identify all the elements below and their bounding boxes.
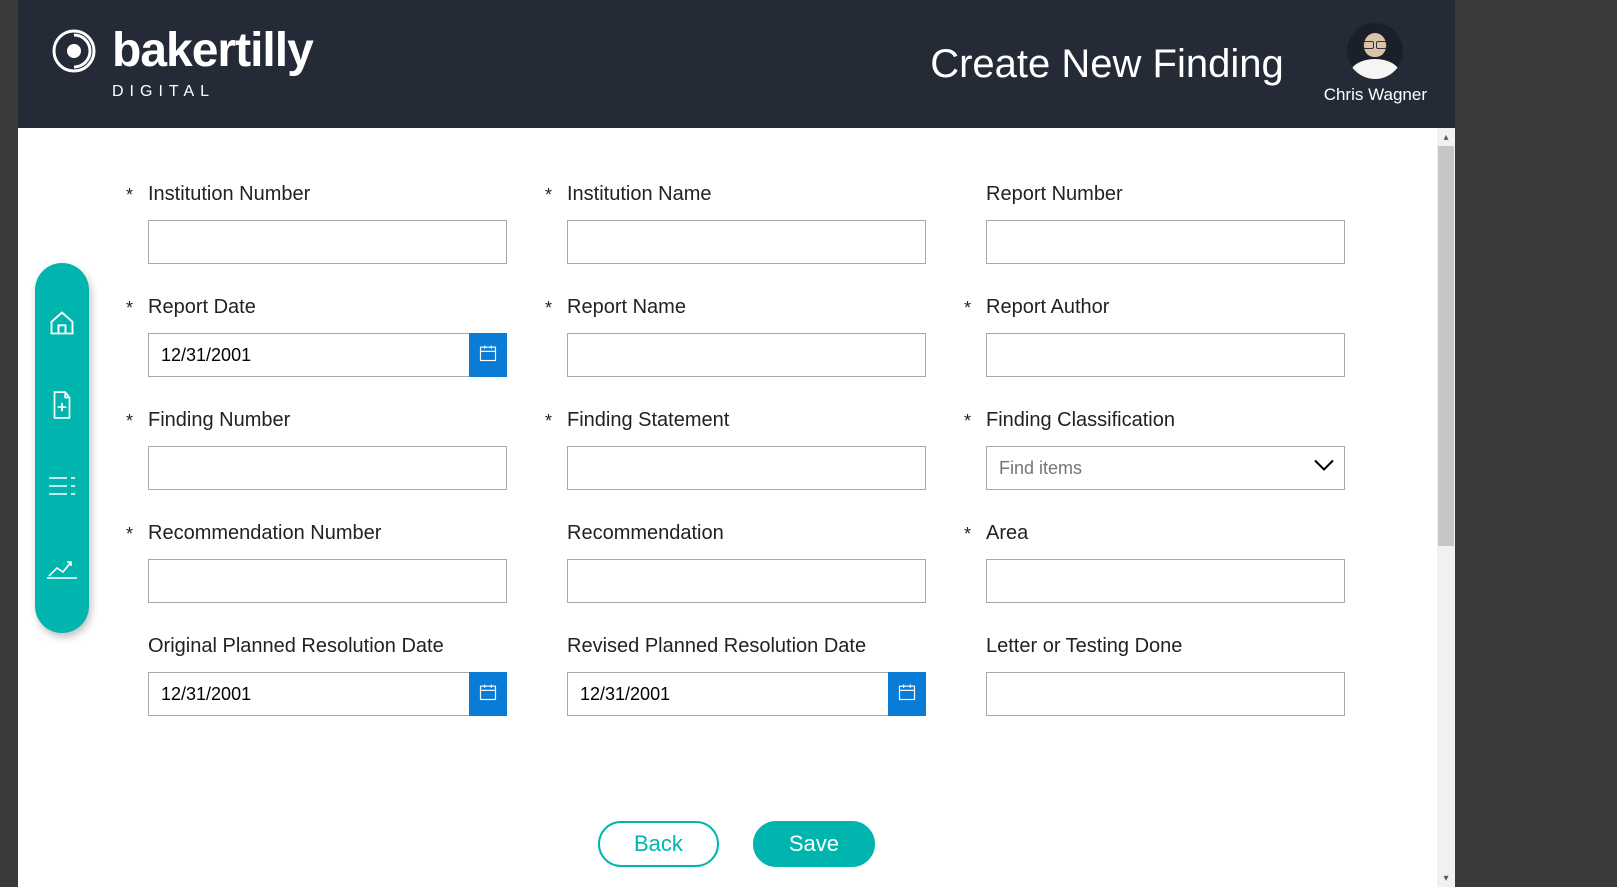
recommendation-input[interactable] — [567, 559, 926, 603]
revised-resolution-date-input[interactable] — [567, 672, 926, 716]
sidebar-item-new-document[interactable] — [46, 391, 78, 423]
document-plus-icon — [49, 390, 75, 425]
label-finding-classification: Finding Classification — [986, 409, 1175, 432]
field-revised-resolution-date: Revised Planned Resolution Date — [567, 635, 926, 716]
field-recommendation-number: *Recommendation Number — [148, 522, 507, 603]
field-report-name: *Report Name — [567, 296, 926, 377]
finding-statement-input[interactable] — [567, 446, 926, 490]
calendar-icon — [478, 682, 498, 707]
area-input[interactable] — [986, 559, 1345, 603]
field-original-resolution-date: Original Planned Resolution Date — [148, 635, 507, 716]
label-report-date: Report Date — [148, 296, 256, 319]
label-report-author: Report Author — [986, 296, 1109, 319]
original-resolution-date-input[interactable] — [148, 672, 507, 716]
label-area: Area — [986, 522, 1028, 545]
letter-testing-input[interactable] — [986, 672, 1345, 716]
field-finding-classification: *Finding Classification — [986, 409, 1345, 490]
sidebar-item-home[interactable] — [46, 310, 78, 342]
brand-swirl-icon — [50, 27, 98, 75]
recommendation-number-input[interactable] — [148, 559, 507, 603]
form-area: *Institution Number *Institution Name Re… — [18, 128, 1455, 887]
brand-logo: bakertilly DIGITAL — [50, 27, 313, 101]
scroll-thumb[interactable] — [1438, 146, 1454, 546]
brand-name: bakertilly — [112, 27, 313, 75]
back-button[interactable]: Back — [598, 821, 719, 867]
label-revised-resolution-date: Revised Planned Resolution Date — [567, 635, 866, 658]
field-report-date: *Report Date — [148, 296, 507, 377]
field-finding-number: *Finding Number — [148, 409, 507, 490]
finding-number-input[interactable] — [148, 446, 507, 490]
finding-classification-select[interactable] — [986, 446, 1345, 490]
revised-resolution-date-calendar-button[interactable] — [888, 672, 926, 716]
action-buttons: Back Save — [18, 821, 1455, 867]
scroll-up-arrow-icon[interactable]: ▴ — [1437, 128, 1455, 146]
save-button[interactable]: Save — [753, 821, 875, 867]
institution-name-input[interactable] — [567, 220, 926, 264]
page-title: Create New Finding — [930, 42, 1284, 87]
report-date-input[interactable] — [148, 333, 507, 377]
report-number-input[interactable] — [986, 220, 1345, 264]
app-header: bakertilly DIGITAL Create New Finding Ch… — [18, 0, 1455, 128]
sidebar-item-chart[interactable] — [46, 554, 78, 586]
sidebar-item-list[interactable] — [46, 473, 78, 505]
field-report-number: Report Number — [986, 183, 1345, 264]
field-finding-statement: *Finding Statement — [567, 409, 926, 490]
field-letter-testing: Letter or Testing Done — [986, 635, 1345, 716]
report-name-input[interactable] — [567, 333, 926, 377]
scroll-down-arrow-icon[interactable]: ▾ — [1437, 869, 1455, 887]
calendar-icon — [478, 343, 498, 368]
user-name: Chris Wagner — [1324, 85, 1427, 105]
label-institution-number: Institution Number — [148, 183, 310, 206]
institution-number-input[interactable] — [148, 220, 507, 264]
required-star: * — [126, 185, 133, 206]
field-institution-name: *Institution Name — [567, 183, 926, 264]
field-recommendation: Recommendation — [567, 522, 926, 603]
calendar-icon — [897, 682, 917, 707]
report-author-input[interactable] — [986, 333, 1345, 377]
label-recommendation: Recommendation — [567, 522, 724, 545]
sidebar — [35, 263, 89, 633]
chart-line-icon — [47, 556, 77, 585]
label-recommendation-number: Recommendation Number — [148, 522, 381, 545]
avatar[interactable] — [1347, 23, 1403, 79]
label-report-name: Report Name — [567, 296, 686, 319]
field-report-author: *Report Author — [986, 296, 1345, 377]
brand-subtitle: DIGITAL — [112, 83, 313, 101]
label-original-resolution-date: Original Planned Resolution Date — [148, 635, 444, 658]
label-institution-name: Institution Name — [567, 183, 712, 206]
label-report-number: Report Number — [986, 183, 1123, 206]
label-finding-number: Finding Number — [148, 409, 290, 432]
home-icon — [48, 309, 76, 342]
field-institution-number: *Institution Number — [148, 183, 507, 264]
label-letter-testing: Letter or Testing Done — [986, 635, 1182, 658]
field-area: *Area — [986, 522, 1345, 603]
label-finding-statement: Finding Statement — [567, 409, 729, 432]
report-date-calendar-button[interactable] — [469, 333, 507, 377]
scrollbar[interactable]: ▴ ▾ — [1437, 128, 1455, 887]
list-icon — [47, 474, 77, 503]
user-block[interactable]: Chris Wagner — [1324, 23, 1427, 105]
original-resolution-date-calendar-button[interactable] — [469, 672, 507, 716]
